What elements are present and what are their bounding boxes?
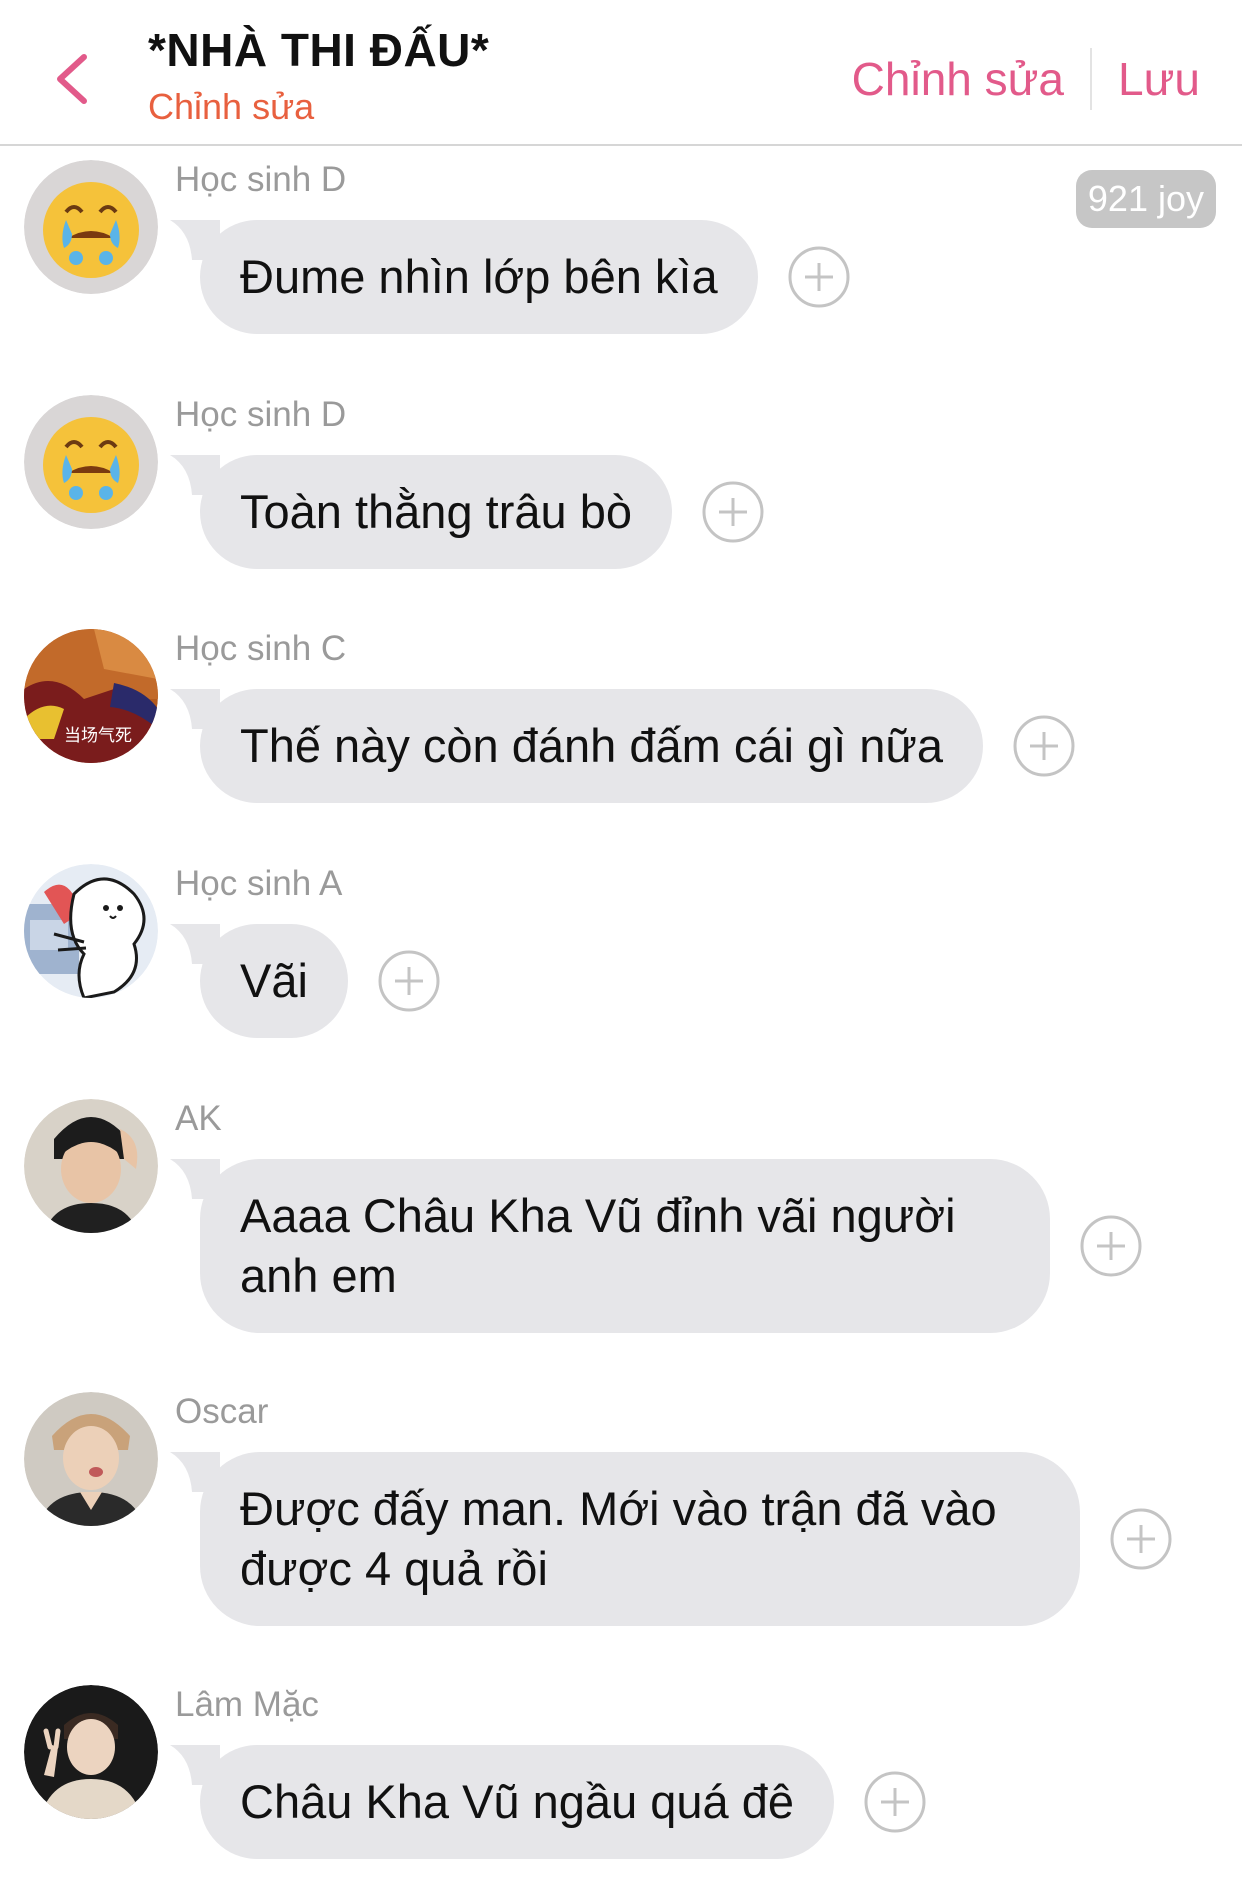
- add-reaction-button[interactable]: [702, 481, 764, 543]
- bubble-row: Được đấy man. Mới vào trận đã vào được 4…: [170, 1452, 1172, 1626]
- sender-name: Học sinh C: [175, 629, 347, 668]
- message-bubble[interactable]: Châu Kha Vũ ngầu quá đê: [170, 1745, 835, 1859]
- avatar[interactable]: [24, 395, 158, 529]
- message-bubble[interactable]: Vãi: [170, 924, 348, 1038]
- add-reaction-button[interactable]: [864, 1771, 926, 1833]
- chevron-left-icon: [57, 54, 87, 104]
- avatar[interactable]: [24, 160, 158, 294]
- cartoon-sticker-avatar: 当场气死: [24, 629, 158, 763]
- bubble-tail: [170, 924, 220, 964]
- conversation-subtitle[interactable]: Chỉnh sửa: [148, 82, 489, 132]
- message-text: Đume nhìn lớp bên kìa: [240, 250, 718, 303]
- crying-emoji-avatar: [24, 395, 158, 529]
- avatar[interactable]: [24, 1099, 158, 1233]
- title-block: *NHÀ THI ĐẤU* Chỉnh sửa: [148, 22, 489, 132]
- sender-name: Học sinh A: [175, 864, 343, 903]
- top-bar: *NHÀ THI ĐẤU* Chỉnh sửa Chỉnh sửa Lưu: [0, 0, 1242, 146]
- sender-name: Học sinh D: [175, 395, 347, 434]
- bubble-tail: [170, 1452, 220, 1492]
- avatar[interactable]: [24, 864, 158, 998]
- message-bubble[interactable]: Aaaa Châu Kha Vũ đỉnh vãi người anh em: [170, 1159, 1050, 1333]
- message-text: Được đấy man. Mới vào trận đã vào được 4…: [240, 1482, 997, 1595]
- add-reaction-button[interactable]: [788, 246, 850, 308]
- sender-name: Lâm Mặc: [175, 1685, 319, 1724]
- bubble-tail: [170, 689, 220, 729]
- avatar-caption: 当场气死: [64, 726, 132, 746]
- add-reaction-button[interactable]: [1080, 1215, 1142, 1277]
- add-reaction-button[interactable]: [1013, 715, 1075, 777]
- bubble-row: Thế này còn đánh đấm cái gì nữa: [170, 689, 1075, 803]
- sender-name: Oscar: [175, 1392, 269, 1431]
- message-text: Châu Kha Vũ ngầu quá đê: [240, 1775, 795, 1828]
- bubble-tail: [170, 455, 220, 495]
- bubble-row: Toàn thằng trâu bò: [170, 455, 764, 569]
- message-text: Vãi: [240, 954, 308, 1007]
- bubble-row: Châu Kha Vũ ngầu quá đê: [170, 1745, 926, 1859]
- person-photo-avatar: [24, 1685, 158, 1819]
- avatar[interactable]: 当场气死: [24, 629, 158, 763]
- bubble-tail: [170, 1745, 220, 1785]
- message-bubble[interactable]: Toàn thằng trâu bò: [170, 455, 672, 569]
- add-reaction-button[interactable]: [1110, 1508, 1172, 1570]
- crying-emoji-avatar: [24, 160, 158, 294]
- bubble-row: Aaaa Châu Kha Vũ đỉnh vãi người anh em: [170, 1159, 1142, 1333]
- avatar[interactable]: [24, 1392, 158, 1526]
- add-reaction-button[interactable]: [378, 950, 440, 1012]
- edit-button[interactable]: Chỉnh sửa: [852, 48, 1064, 110]
- conversation-title: *NHÀ THI ĐẤU*: [148, 24, 490, 76]
- bubble-row: Đume nhìn lớp bên kìa: [170, 220, 850, 334]
- sender-name: Học sinh D: [175, 160, 347, 199]
- message-text: Toàn thằng trâu bò: [240, 485, 632, 538]
- bubble-tail: [170, 1159, 220, 1199]
- sender-name: AK: [175, 1099, 222, 1138]
- person-photo-avatar: [24, 1392, 158, 1526]
- message-text: Thế này còn đánh đấm cái gì nữa: [240, 719, 943, 772]
- bubble-tail: [170, 220, 220, 260]
- message-bubble[interactable]: Thế này còn đánh đấm cái gì nữa: [170, 689, 983, 803]
- header-divider: [1090, 48, 1093, 110]
- chat-screen: *NHÀ THI ĐẤU* Chỉnh sửa Chỉnh sửa Lưu 92…: [0, 0, 1242, 1897]
- bubble-row: Vãi: [170, 924, 440, 1038]
- back-button[interactable]: [40, 42, 104, 116]
- message-bubble[interactable]: Đume nhìn lớp bên kìa: [170, 220, 758, 334]
- header-actions: Chỉnh sửa Lưu: [852, 48, 1200, 110]
- message-text: Aaaa Châu Kha Vũ đỉnh vãi người anh em: [240, 1189, 956, 1302]
- save-button[interactable]: Lưu: [1118, 48, 1200, 110]
- bear-doodle-avatar: [24, 864, 158, 998]
- avatar[interactable]: [24, 1685, 158, 1819]
- person-photo-avatar: [24, 1099, 158, 1233]
- joy-badge: 921 joy: [1075, 170, 1216, 228]
- message-bubble[interactable]: Được đấy man. Mới vào trận đã vào được 4…: [170, 1452, 1080, 1626]
